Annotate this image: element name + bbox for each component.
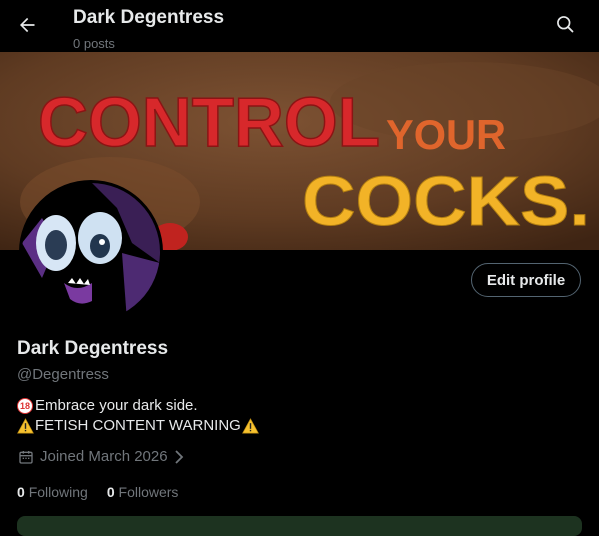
header-title-block: Dark Degentress 0 posts — [73, 6, 224, 51]
post-count: 0 posts — [73, 36, 115, 51]
joined-date[interactable]: Joined March 2026 — [18, 448, 184, 465]
age-18-badge-icon: 18 — [17, 398, 33, 414]
search-icon — [557, 16, 574, 33]
following-link[interactable]: 0 Following — [17, 484, 88, 500]
following-label: Following — [28, 484, 88, 500]
warning-icon — [17, 418, 34, 434]
follow-stats: 0 Following 0 Followers — [17, 484, 178, 500]
top-bar: Dark Degentress 0 posts — [0, 0, 599, 52]
avatar[interactable] — [19, 180, 163, 324]
bio-line-1: 18 Embrace your dark side. — [17, 396, 259, 416]
followers-label: Followers — [118, 484, 179, 500]
banner-text-control: CONTROL — [38, 83, 380, 161]
arrow-left-icon — [20, 17, 35, 33]
followers-count: 0 — [106, 484, 115, 500]
warning-icon — [241, 418, 259, 434]
edit-profile-button[interactable]: Edit profile — [471, 263, 581, 297]
search-button[interactable] — [555, 14, 577, 36]
bio-line-2: FETISH CONTENT WARNING — [17, 416, 259, 436]
banner-text-cocks: COCKS. — [302, 162, 590, 240]
following-count: 0 — [17, 484, 25, 500]
bio-text-2: FETISH CONTENT WARNING — [35, 417, 241, 434]
back-button[interactable] — [12, 10, 42, 40]
chevron-right-icon — [174, 449, 183, 464]
banner-text-your: YOUR — [386, 111, 506, 158]
bio-text-1: Embrace your dark side. — [35, 397, 198, 414]
profile-bio: 18 Embrace your dark side. FETISH CONTEN… — [17, 396, 259, 436]
bottom-card[interactable] — [17, 516, 582, 536]
page-title: Dark Degentress — [73, 7, 225, 28]
calendar-icon — [19, 450, 33, 464]
profile-name: Dark Degentress — [17, 338, 169, 359]
profile-handle: @Degentress — [17, 366, 109, 383]
joined-text: Joined March 2026 — [40, 448, 168, 465]
followers-link[interactable]: 0 Followers — [107, 484, 179, 500]
